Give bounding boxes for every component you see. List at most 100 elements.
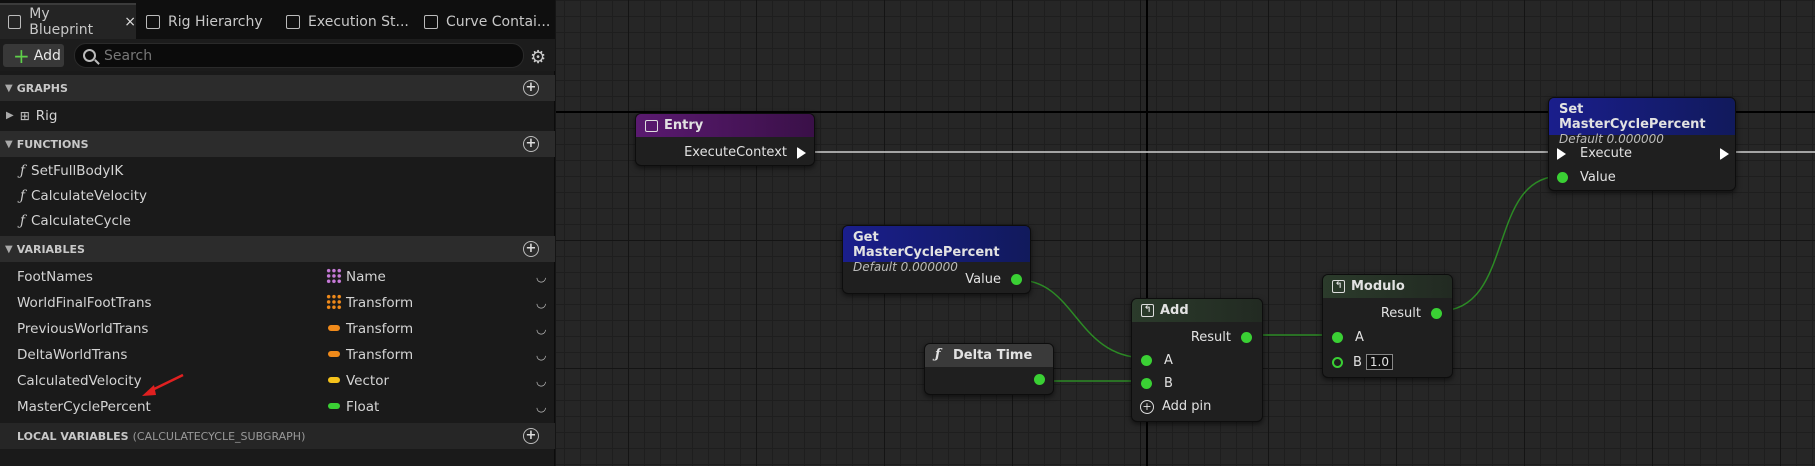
variable-type[interactable]: Transform: [346, 321, 413, 337]
function-icon: ƒ: [935, 347, 941, 362]
result-pin-row[interactable]: Result: [1191, 330, 1252, 345]
section-scope: (CALCULATECYCLE_SUBGRAPH): [132, 429, 306, 443]
type-pin-icon: [328, 403, 340, 409]
section-title: FUNCTIONS: [16, 137, 89, 151]
a-pin-row[interactable]: A: [1141, 353, 1173, 368]
b-value-field[interactable]: 1.0: [1365, 354, 1394, 370]
variable-item[interactable]: WorldFinalFootTrans Transform ◡: [0, 290, 555, 315]
search-input[interactable]: [104, 47, 504, 64]
variable-type[interactable]: Transform: [346, 295, 413, 311]
tab-execution-stack[interactable]: Execution St...: [278, 5, 414, 39]
pin-label: Result: [1190, 330, 1231, 345]
toolbar: + Add: [0, 39, 555, 71]
entry-node[interactable]: Entry ExecuteContext: [635, 113, 815, 166]
section-local-variables[interactable]: LOCAL VARIABLES (CALCULATECYCLE_SUBGRAPH…: [0, 423, 555, 449]
math-icon: ↰: [1332, 280, 1345, 293]
value-pin-row[interactable]: Value: [1557, 170, 1616, 185]
section-functions[interactable]: ▼ FUNCTIONS +: [0, 131, 555, 157]
pin-label: ExecuteContext: [684, 145, 787, 160]
float-pin-icon[interactable]: [1332, 332, 1343, 343]
tab-my-blueprint[interactable]: My Blueprint ×: [0, 3, 136, 39]
tab-curve-container[interactable]: Curve Contai...: [416, 5, 555, 39]
float-pin-icon[interactable]: [1557, 172, 1568, 183]
variable-type[interactable]: Vector: [346, 373, 389, 389]
graph-canvas[interactable]: Entry ExecuteContext Get MasterCyclePerc…: [556, 0, 1815, 466]
modulo-node[interactable]: ↰ Modulo Result A B 1.0: [1322, 274, 1453, 378]
add-button[interactable]: + Add: [3, 44, 64, 67]
tab-rig-hierarchy[interactable]: Rig Hierarchy: [138, 5, 276, 39]
delta-time-node[interactable]: ƒ Delta Time: [924, 343, 1054, 395]
node-header: ↰ Modulo: [1323, 275, 1452, 298]
add-local-variable-icon[interactable]: +: [523, 428, 539, 444]
execute-pin-row[interactable]: Execute: [1557, 146, 1729, 161]
float-pin-icon[interactable]: [1034, 374, 1045, 385]
variable-type[interactable]: Transform: [346, 347, 413, 363]
function-label: SetFullBodyIK: [31, 162, 124, 179]
node-subtitle: Default 0.000000: [1559, 132, 1664, 146]
add-node[interactable]: ↰ Add Result A B + Add pin: [1131, 298, 1263, 422]
collapse-icon[interactable]: ▼: [5, 83, 13, 94]
node-header: ƒ Delta Time: [925, 344, 1053, 367]
execution-icon: [286, 15, 300, 29]
b-pin-row[interactable]: B: [1141, 376, 1173, 391]
function-item[interactable]: ƒ CalculateVelocity: [0, 183, 555, 208]
float-pin-icon[interactable]: [1241, 332, 1252, 343]
eye-icon[interactable]: ◡: [536, 348, 546, 362]
curve-icon: [424, 15, 438, 29]
pin-label: A: [1355, 330, 1364, 345]
b-pin-row[interactable]: B 1.0: [1332, 354, 1394, 370]
float-pin-icon[interactable]: [1141, 355, 1152, 366]
gear-icon[interactable]: ⚙: [530, 47, 546, 68]
variable-item[interactable]: CalculatedVelocity Vector ◡: [0, 368, 555, 393]
eye-icon[interactable]: ◡: [536, 322, 546, 336]
variable-item[interactable]: DeltaWorldTrans Transform ◡: [0, 342, 555, 367]
section-title: VARIABLES: [16, 242, 85, 256]
section-graphs[interactable]: ▼ GRAPHS +: [0, 75, 555, 101]
search-box[interactable]: [74, 43, 524, 68]
add-function-icon[interactable]: +: [523, 136, 539, 152]
a-pin-row[interactable]: A: [1332, 330, 1364, 345]
eye-icon[interactable]: ◡: [536, 270, 546, 284]
result-pin-row[interactable]: [1024, 374, 1045, 385]
exec-pin-row[interactable]: ExecuteContext: [684, 145, 806, 160]
exec-in-pin-icon[interactable]: [1557, 147, 1566, 160]
node-title: Add: [1160, 303, 1189, 318]
array-type-icon: [326, 268, 342, 284]
exec-pin-icon[interactable]: [797, 146, 806, 159]
section-variables[interactable]: ▼ VARIABLES +: [0, 236, 555, 262]
function-item[interactable]: ƒ CalculateCycle: [0, 208, 555, 233]
value-pin-row[interactable]: Value: [965, 272, 1022, 287]
exec-out-pin-icon[interactable]: [1720, 147, 1729, 160]
graph-item-rig[interactable]: ▶ ⊞ Rig: [0, 103, 555, 128]
variable-name: WorldFinalFootTrans: [17, 294, 152, 311]
function-item[interactable]: ƒ SetFullBodyIK: [0, 158, 555, 183]
set-master-cycle-node[interactable]: Set MasterCyclePercent Default 0.000000 …: [1548, 97, 1736, 191]
variable-name: MasterCyclePercent: [17, 398, 151, 415]
variable-type[interactable]: Float: [346, 399, 379, 415]
float-pin-icon[interactable]: [1431, 308, 1442, 319]
eye-icon[interactable]: ◡: [536, 374, 546, 388]
eye-icon[interactable]: ◡: [536, 296, 546, 310]
collapse-icon[interactable]: ▼: [5, 139, 13, 150]
float-pin-unconnected-icon[interactable]: [1332, 356, 1343, 368]
variable-item[interactable]: PreviousWorldTrans Transform ◡: [0, 316, 555, 341]
node-title: Modulo: [1351, 279, 1405, 294]
variable-item[interactable]: MasterCyclePercent Float ◡: [0, 394, 555, 419]
variable-type[interactable]: Name: [346, 269, 386, 285]
expand-icon[interactable]: ▶: [6, 110, 14, 121]
variable-item[interactable]: FootNames Name ◡: [0, 264, 555, 289]
close-icon[interactable]: ×: [124, 14, 136, 30]
tab-label: Rig Hierarchy: [168, 14, 263, 30]
result-pin-row[interactable]: Result: [1381, 306, 1442, 321]
function-icon: ƒ: [20, 162, 25, 179]
add-variable-icon[interactable]: +: [523, 241, 539, 257]
collapse-icon[interactable]: ▼: [5, 244, 13, 255]
get-master-cycle-node[interactable]: Get MasterCyclePercent Default 0.000000 …: [842, 225, 1031, 294]
add-pin-button[interactable]: + Add pin: [1140, 399, 1211, 414]
node-header: Set MasterCyclePercent Default 0.000000: [1549, 98, 1735, 146]
float-pin-icon[interactable]: [1141, 378, 1152, 389]
type-pin-icon: [328, 325, 340, 331]
add-graph-icon[interactable]: +: [523, 80, 539, 96]
float-pin-icon[interactable]: [1011, 274, 1022, 285]
eye-icon[interactable]: ◡: [536, 400, 546, 414]
